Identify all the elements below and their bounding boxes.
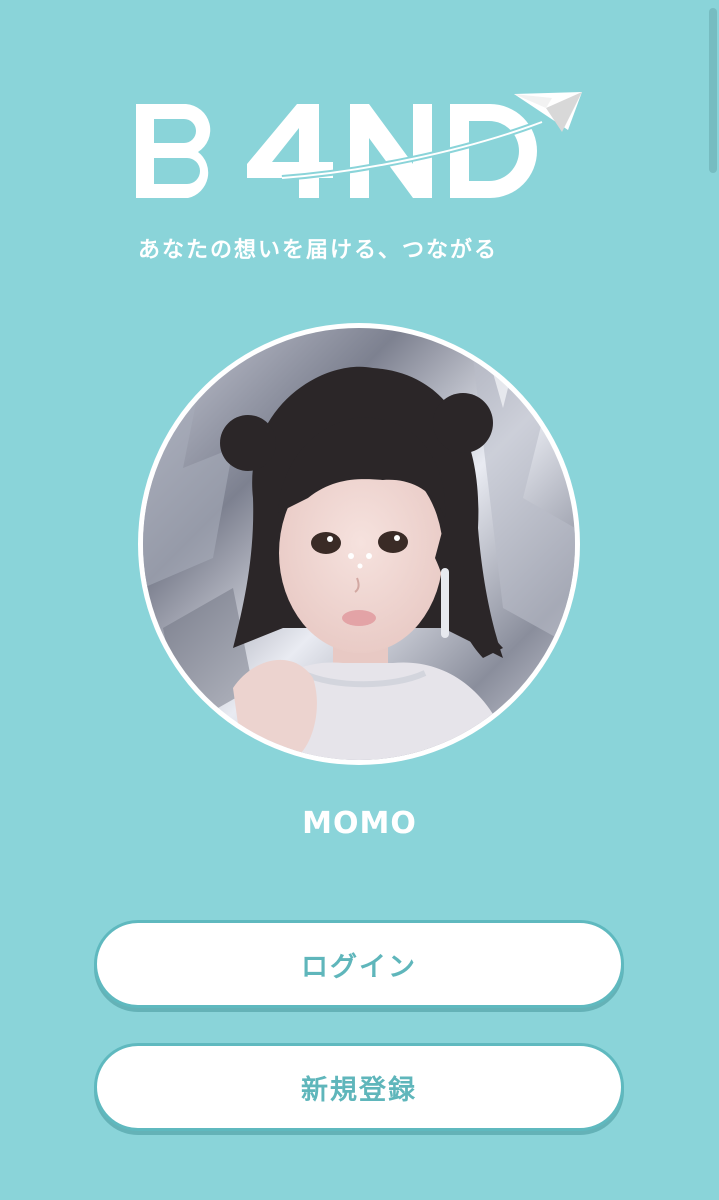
login-button[interactable]: ログイン [94,920,624,1008]
scrollbar[interactable] [709,8,717,173]
avatar [143,328,575,760]
tagline: あなたの想いを届ける、つながる [138,238,499,263]
register-button-label: 新規登録 [301,1074,417,1106]
app-logo [132,86,592,206]
profile-name: MOMO [302,806,417,841]
login-button-label: ログイン [301,951,417,983]
register-button[interactable]: 新規登録 [94,1043,624,1131]
avatar-frame [138,323,580,765]
